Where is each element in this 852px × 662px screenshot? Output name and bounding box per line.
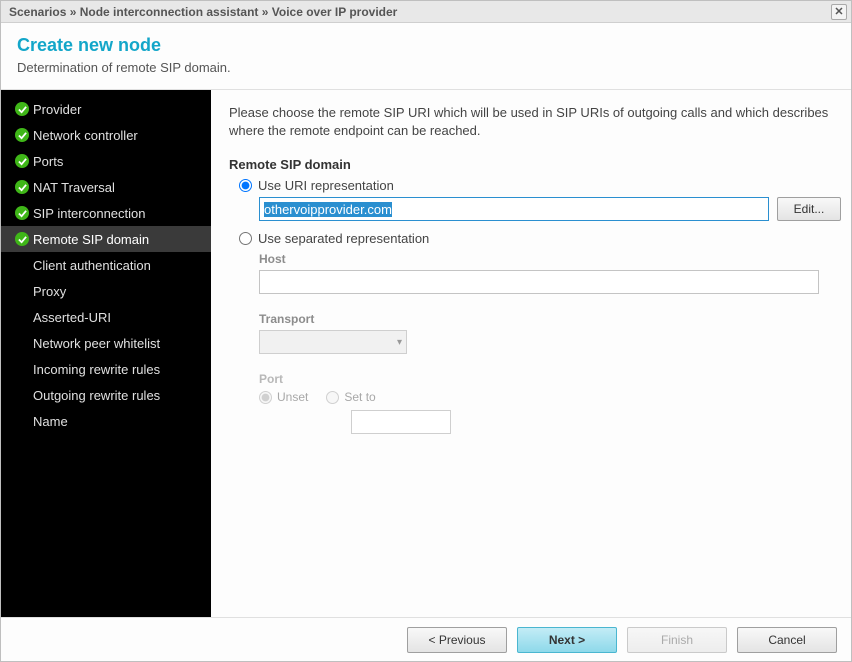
radio-use-uri-label: Use URI representation: [258, 178, 394, 193]
breadcrumb: Scenarios » Node interconnection assista…: [9, 5, 397, 19]
check-icon: [15, 154, 29, 168]
sidebar-item-label: Asserted-URI: [33, 310, 111, 325]
sidebar-item-label: Provider: [33, 102, 81, 117]
port-setto-option: Set to: [326, 390, 375, 404]
sidebar-item-proxy[interactable]: Proxy: [1, 278, 211, 304]
footer: < Previous Next > Finish Cancel: [1, 617, 851, 661]
previous-button[interactable]: < Previous: [407, 627, 507, 653]
transport-select[interactable]: ▾: [259, 330, 407, 354]
radio-row-separated: Use separated representation: [239, 231, 833, 246]
sidebar-item-asserted-uri[interactable]: Asserted-URI: [1, 304, 211, 330]
radio-use-separated[interactable]: [239, 232, 252, 245]
sidebar-item-nat-traversal[interactable]: NAT Traversal: [1, 174, 211, 200]
check-icon: [15, 128, 29, 142]
sidebar-item-label: Remote SIP domain: [33, 232, 149, 247]
sidebar-item-remote-sip-domain[interactable]: Remote SIP domain: [1, 226, 211, 252]
sidebar-item-label: Network peer whitelist: [33, 336, 160, 351]
chevron-down-icon: ▾: [397, 337, 402, 348]
radio-row-uri: Use URI representation: [239, 178, 833, 193]
sidebar-item-network-peer-whitelist[interactable]: Network peer whitelist: [1, 330, 211, 356]
check-icon: [15, 102, 29, 116]
radio-port-unset[interactable]: [259, 391, 272, 404]
titlebar: Scenarios » Node interconnection assista…: [1, 1, 851, 23]
close-button[interactable]: ✕: [831, 4, 847, 20]
content-panel: Please choose the remote SIP URI which w…: [211, 90, 851, 617]
page-subtitle: Determination of remote SIP domain.: [17, 60, 835, 75]
port-unset-label: Unset: [277, 390, 308, 404]
sidebar-item-name[interactable]: Name: [1, 408, 211, 434]
edit-button[interactable]: Edit...: [777, 197, 841, 221]
sidebar-item-network-controller[interactable]: Network controller: [1, 122, 211, 148]
radio-port-setto[interactable]: [326, 391, 339, 404]
sidebar-item-incoming-rewrite-rules[interactable]: Incoming rewrite rules: [1, 356, 211, 382]
sidebar: Provider Network controller Ports NAT Tr…: [1, 90, 211, 617]
host-input[interactable]: [259, 270, 819, 294]
sidebar-item-label: NAT Traversal: [33, 180, 115, 195]
sidebar-item-label: Network controller: [33, 128, 138, 143]
radio-use-uri[interactable]: [239, 179, 252, 192]
port-setto-label: Set to: [344, 390, 375, 404]
check-icon: [15, 232, 29, 246]
port-unset-option: Unset: [259, 390, 308, 404]
sidebar-item-client-authentication[interactable]: Client authentication: [1, 252, 211, 278]
finish-button[interactable]: Finish: [627, 627, 727, 653]
port-input[interactable]: [351, 410, 451, 434]
check-icon: [15, 180, 29, 194]
sidebar-item-label: Client authentication: [33, 258, 151, 273]
port-label: Port: [259, 372, 833, 386]
transport-label: Transport: [259, 312, 833, 326]
sidebar-item-provider[interactable]: Provider: [1, 96, 211, 122]
sidebar-item-outgoing-rewrite-rules[interactable]: Outgoing rewrite rules: [1, 382, 211, 408]
radio-use-separated-label: Use separated representation: [258, 231, 429, 246]
body: Provider Network controller Ports NAT Tr…: [1, 90, 851, 617]
uri-row: Edit...: [259, 197, 833, 221]
close-icon: ✕: [834, 5, 843, 18]
sidebar-item-label: Proxy: [33, 284, 66, 299]
group-title: Remote SIP domain: [229, 157, 833, 172]
sidebar-item-label: Outgoing rewrite rules: [33, 388, 160, 403]
check-icon: [15, 206, 29, 220]
sidebar-item-label: SIP interconnection: [33, 206, 146, 221]
page-title: Create new node: [17, 35, 835, 56]
port-block: Port Unset Set to: [259, 372, 833, 434]
next-button[interactable]: Next >: [517, 627, 617, 653]
header: Create new node Determination of remote …: [1, 23, 851, 90]
sidebar-item-label: Name: [33, 414, 68, 429]
description-text: Please choose the remote SIP URI which w…: [229, 104, 833, 139]
uri-input[interactable]: [259, 197, 769, 221]
host-block: Host: [259, 252, 833, 294]
sidebar-item-ports[interactable]: Ports: [1, 148, 211, 174]
cancel-button[interactable]: Cancel: [737, 627, 837, 653]
sidebar-item-label: Ports: [33, 154, 63, 169]
sidebar-item-sip-interconnection[interactable]: SIP interconnection: [1, 200, 211, 226]
dialog-window: Scenarios » Node interconnection assista…: [0, 0, 852, 662]
transport-block: Transport ▾: [259, 312, 833, 354]
port-radio-row: Unset Set to: [259, 390, 833, 404]
host-label: Host: [259, 252, 833, 266]
sidebar-item-label: Incoming rewrite rules: [33, 362, 160, 377]
